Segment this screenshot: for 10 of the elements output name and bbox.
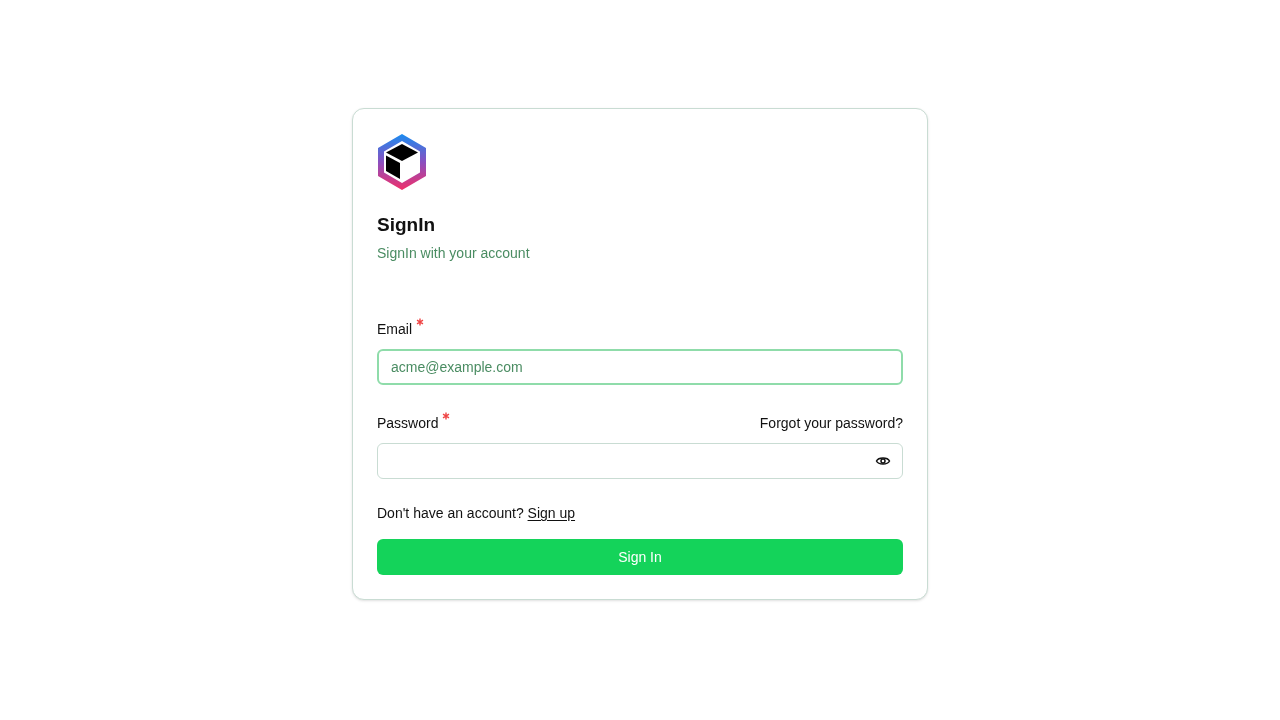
forgot-password-link[interactable]: Forgot your password? — [759, 413, 903, 433]
form-title: SignIn — [377, 213, 437, 237]
cube-logo-icon — [377, 133, 427, 191]
password-field[interactable] — [377, 443, 903, 479]
sign-up-link[interactable]: Sign up — [527, 505, 576, 521]
field-label: Password — [377, 414, 439, 433]
field-label: Email — [377, 320, 412, 339]
email-field[interactable]: acme@example.com — [377, 349, 903, 385]
form-subtitle: SignIn with your account — [377, 244, 531, 263]
signup-prompt: Don't have an account? Sign up — [377, 504, 577, 523]
